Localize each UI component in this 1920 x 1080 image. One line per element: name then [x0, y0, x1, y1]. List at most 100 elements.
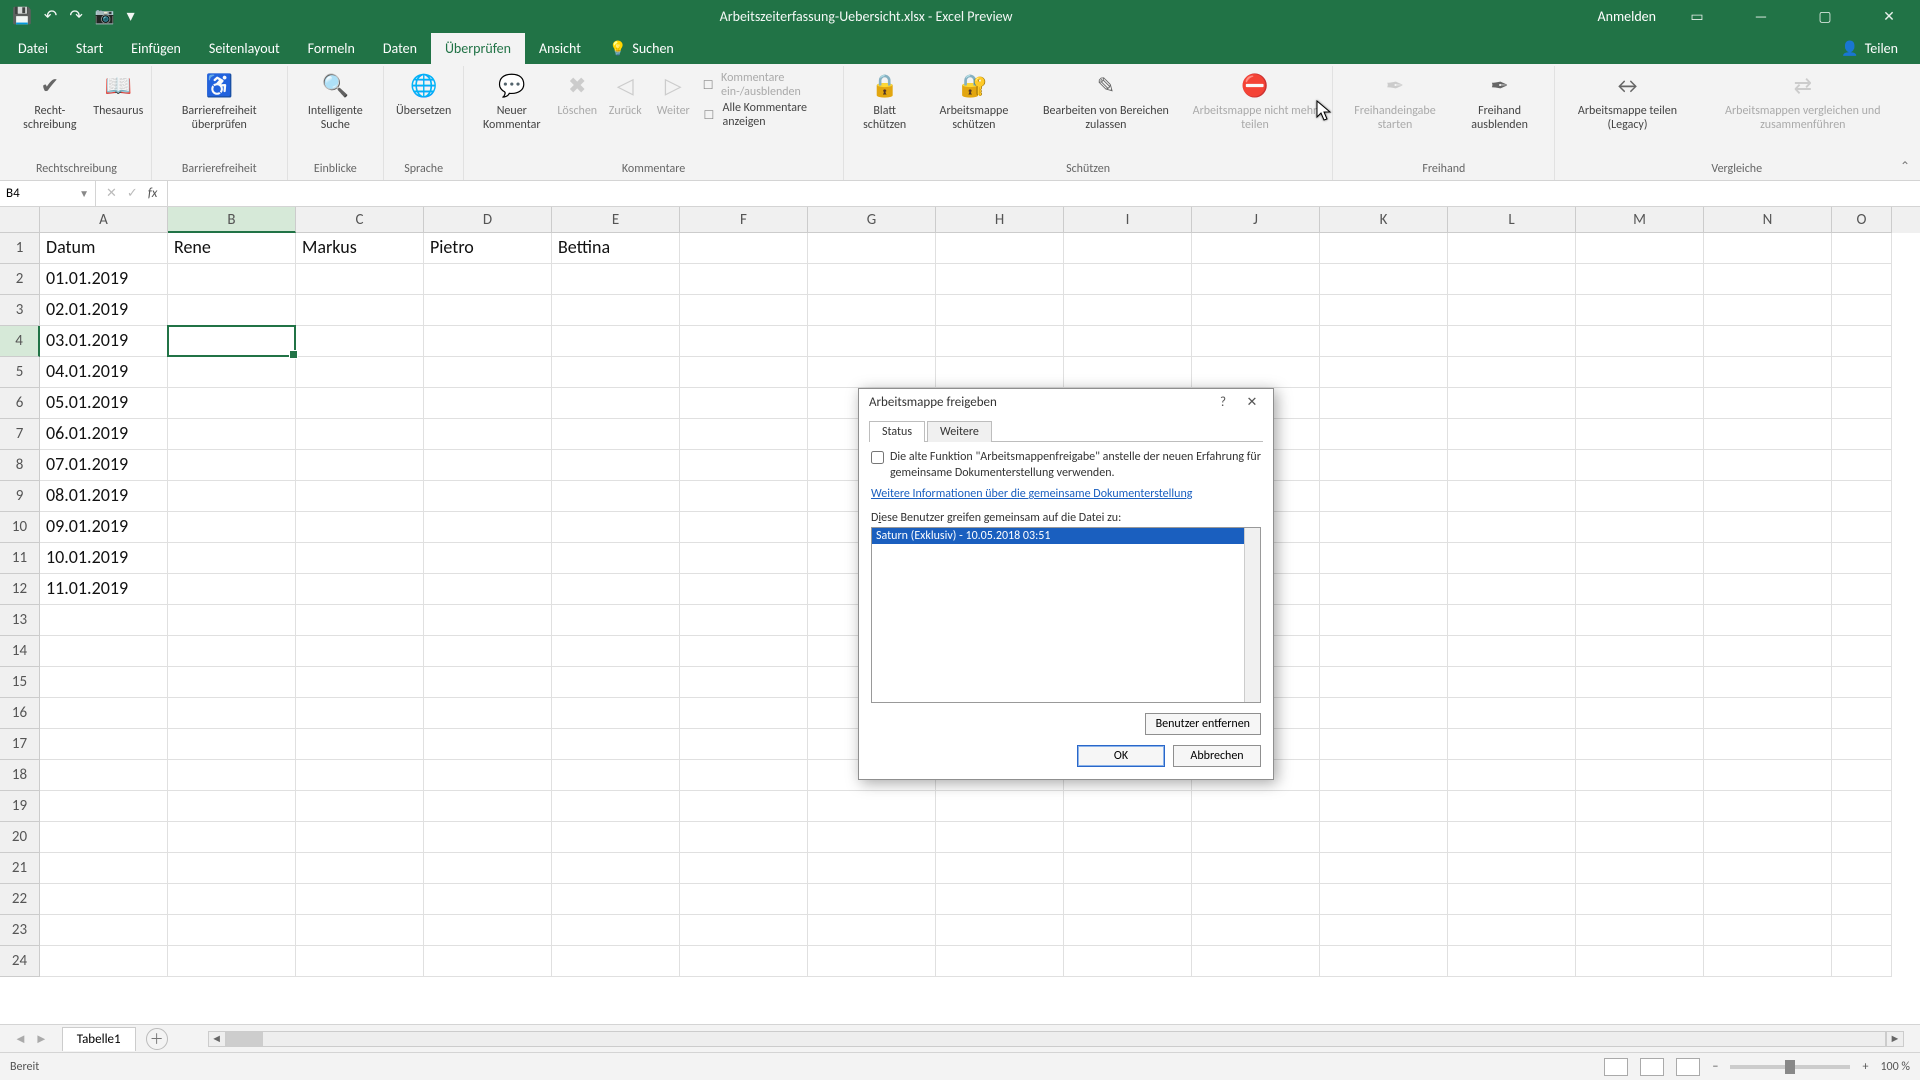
cell[interactable] — [1832, 264, 1892, 295]
row-header[interactable]: 17 — [0, 729, 40, 760]
row-header[interactable]: 23 — [0, 915, 40, 946]
redo-icon[interactable]: ↷ — [69, 6, 82, 26]
cell[interactable] — [936, 233, 1064, 264]
save-icon[interactable]: 💾 — [12, 6, 32, 26]
cell[interactable] — [1064, 264, 1192, 295]
col-header[interactable]: F — [680, 207, 808, 233]
cell[interactable] — [1832, 326, 1892, 357]
cell[interactable] — [680, 605, 808, 636]
cell[interactable]: 06.01.2019 — [40, 419, 168, 450]
add-sheet-button[interactable]: ＋ — [146, 1028, 168, 1050]
col-header[interactable]: G — [808, 207, 936, 233]
cell[interactable] — [1832, 450, 1892, 481]
cell[interactable] — [1704, 822, 1832, 853]
cell[interactable] — [40, 698, 168, 729]
cell[interactable] — [1320, 698, 1448, 729]
cell[interactable] — [1832, 822, 1892, 853]
col-header[interactable]: C — [296, 207, 424, 233]
tab-start[interactable]: Start — [62, 33, 117, 64]
cell[interactable] — [1704, 884, 1832, 915]
col-header[interactable]: H — [936, 207, 1064, 233]
row-header[interactable]: 16 — [0, 698, 40, 729]
cell[interactable] — [1832, 512, 1892, 543]
cell[interactable] — [552, 946, 680, 977]
cell[interactable] — [1704, 264, 1832, 295]
cell[interactable] — [1576, 636, 1704, 667]
cell[interactable] — [424, 264, 552, 295]
cell[interactable]: 03.01.2019 — [40, 326, 168, 357]
cell[interactable] — [1192, 915, 1320, 946]
row-header[interactable]: 6 — [0, 388, 40, 419]
cell[interactable] — [168, 357, 296, 388]
row-header[interactable]: 5 — [0, 357, 40, 388]
cell[interactable] — [1320, 450, 1448, 481]
cell[interactable] — [296, 574, 424, 605]
cell[interactable] — [1576, 419, 1704, 450]
cell[interactable] — [680, 574, 808, 605]
cell[interactable] — [168, 605, 296, 636]
cell[interactable]: 08.01.2019 — [40, 481, 168, 512]
cell[interactable] — [552, 264, 680, 295]
row-header[interactable]: 19 — [0, 791, 40, 822]
cell[interactable] — [1704, 915, 1832, 946]
col-header[interactable]: M — [1576, 207, 1704, 233]
cell[interactable] — [1448, 884, 1576, 915]
cell[interactable] — [168, 481, 296, 512]
cell[interactable] — [296, 357, 424, 388]
cell[interactable] — [808, 915, 936, 946]
cancel-button[interactable]: Abbrechen — [1173, 745, 1261, 767]
name-box[interactable]: ▼ — [0, 181, 96, 206]
cell[interactable] — [1064, 326, 1192, 357]
cell[interactable] — [1704, 543, 1832, 574]
col-header[interactable]: L — [1448, 207, 1576, 233]
row-header[interactable]: 9 — [0, 481, 40, 512]
cell[interactable] — [1448, 419, 1576, 450]
cell[interactable] — [552, 543, 680, 574]
cell[interactable] — [1576, 543, 1704, 574]
row-header[interactable]: 3 — [0, 295, 40, 326]
cell[interactable] — [1832, 698, 1892, 729]
cell[interactable] — [424, 388, 552, 419]
ink-hide-button[interactable]: ✒Freihand ausblenden — [1451, 68, 1549, 135]
cell[interactable] — [40, 884, 168, 915]
cell[interactable] — [40, 915, 168, 946]
cell[interactable] — [40, 791, 168, 822]
cell[interactable] — [1704, 667, 1832, 698]
cell[interactable] — [1832, 481, 1892, 512]
cell[interactable] — [1448, 388, 1576, 419]
dialog-tab-weitere[interactable]: Weitere — [927, 421, 992, 442]
cell[interactable] — [1064, 915, 1192, 946]
cell[interactable] — [424, 853, 552, 884]
cell[interactable] — [40, 760, 168, 791]
cell[interactable] — [1448, 636, 1576, 667]
cell[interactable] — [40, 729, 168, 760]
cell[interactable] — [1064, 233, 1192, 264]
cell[interactable] — [1320, 543, 1448, 574]
zoom-out-button[interactable]: − — [1712, 1060, 1718, 1074]
cell[interactable] — [1192, 233, 1320, 264]
cell[interactable] — [680, 915, 808, 946]
sheet-nav-next-icon[interactable]: ► — [35, 1031, 48, 1047]
cell[interactable] — [552, 667, 680, 698]
cell[interactable] — [424, 729, 552, 760]
cell[interactable] — [1320, 667, 1448, 698]
name-box-dropdown-icon[interactable]: ▼ — [79, 187, 89, 200]
cell[interactable] — [1448, 512, 1576, 543]
cell[interactable] — [552, 450, 680, 481]
row-header[interactable]: 12 — [0, 574, 40, 605]
cell[interactable] — [1448, 667, 1576, 698]
cell[interactable] — [936, 295, 1064, 326]
cell[interactable] — [1064, 791, 1192, 822]
cell[interactable] — [1320, 233, 1448, 264]
cell[interactable] — [552, 512, 680, 543]
cell[interactable] — [680, 419, 808, 450]
cell[interactable] — [1192, 295, 1320, 326]
col-header[interactable]: K — [1320, 207, 1448, 233]
cell[interactable] — [808, 233, 936, 264]
cell[interactable]: Datum — [40, 233, 168, 264]
cell[interactable] — [424, 915, 552, 946]
hscroll-left-icon[interactable]: ◄ — [208, 1031, 226, 1047]
cell[interactable] — [1448, 481, 1576, 512]
cell[interactable] — [680, 481, 808, 512]
cell[interactable] — [1192, 884, 1320, 915]
